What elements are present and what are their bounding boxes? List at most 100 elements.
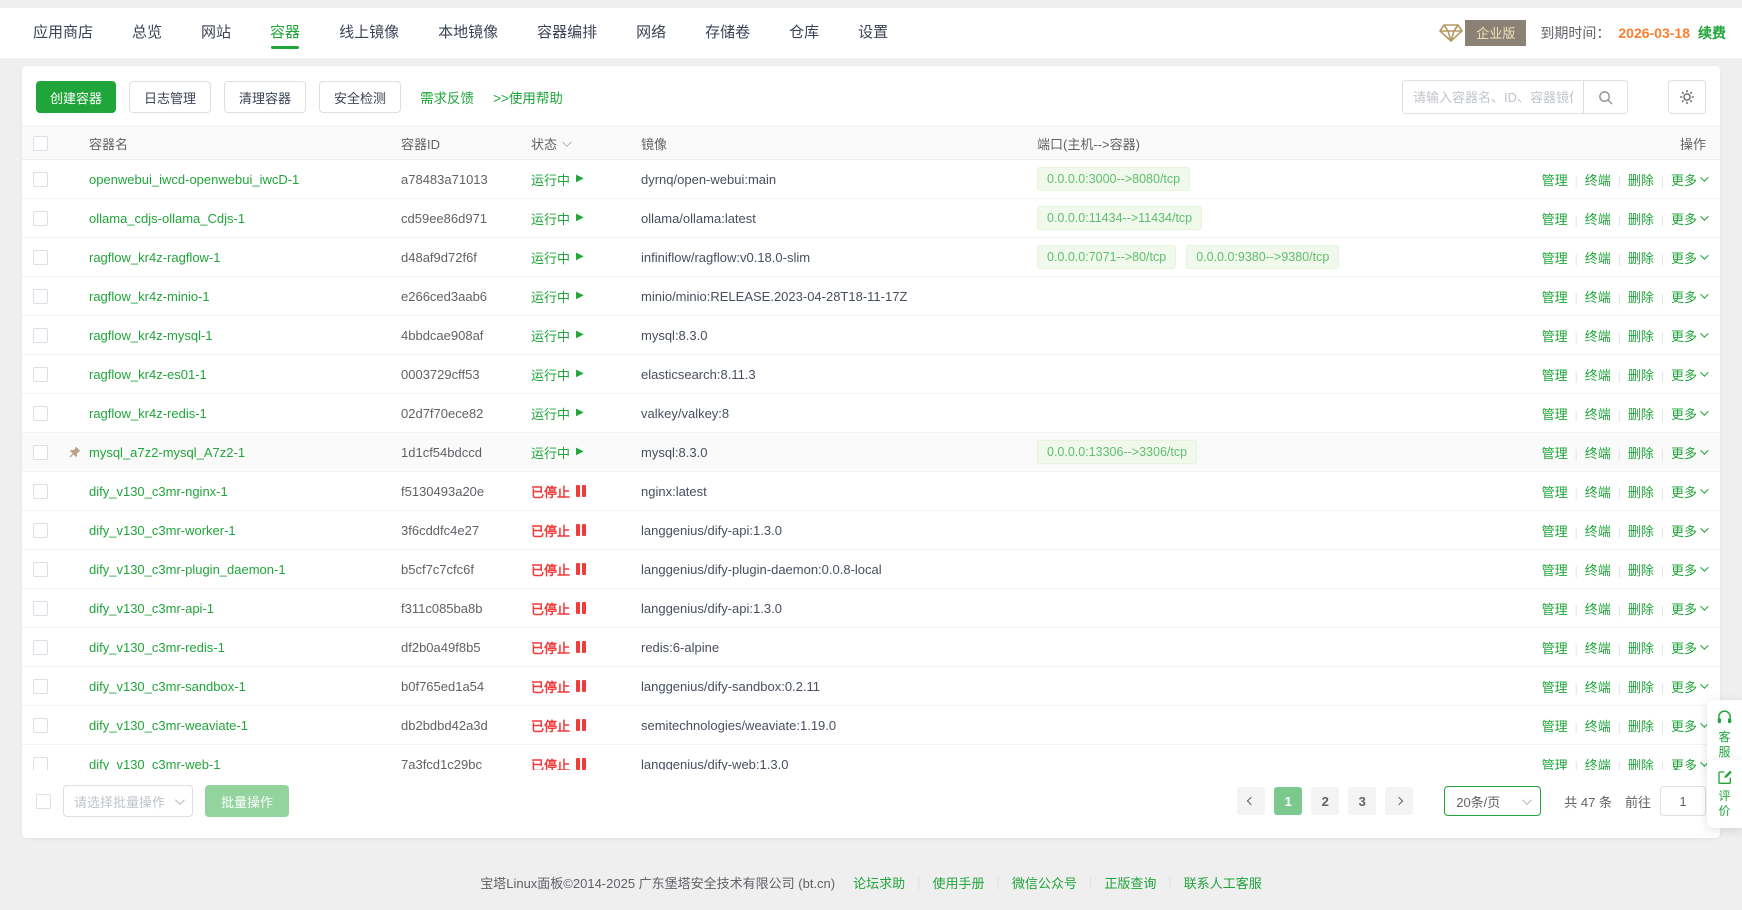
footer-link-0[interactable]: 论坛求助	[853, 873, 905, 892]
container-name-link[interactable]: dify_v130_c3mr-sandbox-1	[89, 679, 246, 694]
help-link[interactable]: >>使用帮助	[493, 87, 563, 107]
row-action-terminal[interactable]: 终端	[1585, 680, 1611, 695]
row-action-delete[interactable]: 删除	[1628, 719, 1654, 734]
nav-tab-仓库[interactable]: 仓库	[789, 8, 819, 58]
prev-page-button[interactable]	[1237, 787, 1265, 815]
status-badge[interactable]: 运行中▶	[531, 287, 584, 306]
container-name-link[interactable]: dify_v130_c3mr-plugin_daemon-1	[89, 562, 286, 577]
nav-tab-设置[interactable]: 设置	[858, 8, 888, 58]
row-action-manage[interactable]: 管理	[1542, 719, 1568, 734]
row-action-terminal[interactable]: 终端	[1585, 212, 1611, 227]
row-checkbox[interactable]	[33, 328, 48, 343]
table-settings-button[interactable]	[1668, 80, 1706, 114]
row-action-terminal[interactable]: 终端	[1585, 719, 1611, 734]
row-action-manage[interactable]: 管理	[1542, 680, 1568, 695]
row-action-more[interactable]: 更多	[1671, 755, 1706, 771]
row-action-manage[interactable]: 管理	[1542, 407, 1568, 422]
select-all-checkbox[interactable]	[33, 136, 48, 151]
row-action-terminal[interactable]: 终端	[1585, 563, 1611, 578]
header-status-filter[interactable]: 状态	[531, 134, 569, 153]
row-action-manage[interactable]: 管理	[1542, 173, 1568, 188]
status-badge[interactable]: 已停止	[531, 521, 586, 540]
row-checkbox[interactable]	[33, 367, 48, 382]
row-action-terminal[interactable]: 终端	[1585, 758, 1611, 771]
row-action-delete[interactable]: 删除	[1628, 680, 1654, 695]
status-badge[interactable]: 已停止	[531, 599, 586, 618]
row-action-more[interactable]: 更多	[1671, 170, 1706, 189]
container-name-link[interactable]: ragflow_kr4z-ragflow-1	[89, 250, 221, 265]
status-badge[interactable]: 已停止	[531, 716, 586, 735]
row-checkbox[interactable]	[33, 523, 48, 538]
nav-tab-网络[interactable]: 网络	[636, 8, 666, 58]
row-action-more[interactable]: 更多	[1671, 521, 1706, 540]
page-size-select[interactable]: 20条/页	[1444, 786, 1541, 816]
batch-select-all-checkbox[interactable]	[36, 794, 51, 809]
container-name-link[interactable]: ragflow_kr4z-es01-1	[89, 367, 207, 382]
row-action-terminal[interactable]: 终端	[1585, 524, 1611, 539]
status-badge[interactable]: 运行中▶	[531, 365, 584, 384]
footer-link-1[interactable]: 使用手册	[933, 873, 985, 892]
row-action-delete[interactable]: 删除	[1628, 329, 1654, 344]
footer-link-3[interactable]: 正版查询	[1104, 873, 1156, 892]
status-badge[interactable]: 已停止	[531, 560, 586, 579]
container-name-link[interactable]: dify_v130_c3mr-weaviate-1	[89, 718, 248, 733]
container-name-link[interactable]: dify_v130_c3mr-worker-1	[89, 523, 236, 538]
row-checkbox[interactable]	[33, 640, 48, 655]
row-action-more[interactable]: 更多	[1671, 599, 1706, 618]
row-action-delete[interactable]: 删除	[1628, 212, 1654, 227]
page-button-3[interactable]: 3	[1348, 787, 1376, 815]
search-button[interactable]	[1583, 81, 1627, 113]
status-badge[interactable]: 运行中▶	[531, 326, 584, 345]
status-badge[interactable]: 运行中▶	[531, 170, 584, 189]
row-action-delete[interactable]: 删除	[1628, 524, 1654, 539]
row-action-terminal[interactable]: 终端	[1585, 446, 1611, 461]
status-badge[interactable]: 运行中▶	[531, 443, 584, 462]
row-action-delete[interactable]: 删除	[1628, 290, 1654, 305]
row-action-manage[interactable]: 管理	[1542, 485, 1568, 500]
row-action-terminal[interactable]: 终端	[1585, 173, 1611, 188]
row-action-delete[interactable]: 删除	[1628, 173, 1654, 188]
footer-link-2[interactable]: 微信公众号	[1012, 873, 1077, 892]
row-action-more[interactable]: 更多	[1671, 287, 1706, 306]
feedback-link[interactable]: 需求反馈	[420, 87, 474, 107]
row-action-manage[interactable]: 管理	[1542, 212, 1568, 227]
status-badge[interactable]: 已停止	[531, 677, 586, 696]
nav-tab-总览[interactable]: 总览	[132, 8, 162, 58]
row-action-more[interactable]: 更多	[1671, 404, 1706, 423]
row-action-delete[interactable]: 删除	[1628, 485, 1654, 500]
row-checkbox[interactable]	[33, 718, 48, 733]
row-checkbox[interactable]	[33, 679, 48, 694]
status-badge[interactable]: 运行中▶	[531, 209, 584, 228]
security-check-button[interactable]: 安全检测	[319, 81, 401, 113]
search-input[interactable]	[1403, 81, 1583, 113]
page-button-1[interactable]: 1	[1274, 787, 1302, 815]
row-checkbox[interactable]	[33, 562, 48, 577]
batch-action-select[interactable]: 请选择批量操作	[63, 785, 193, 817]
row-action-more[interactable]: 更多	[1671, 248, 1706, 267]
row-action-manage[interactable]: 管理	[1542, 602, 1568, 617]
row-action-manage[interactable]: 管理	[1542, 446, 1568, 461]
row-checkbox[interactable]	[33, 289, 48, 304]
row-action-manage[interactable]: 管理	[1542, 329, 1568, 344]
row-action-manage[interactable]: 管理	[1542, 251, 1568, 266]
row-checkbox[interactable]	[33, 484, 48, 499]
nav-tab-容器编排[interactable]: 容器编排	[537, 8, 597, 58]
row-action-manage[interactable]: 管理	[1542, 524, 1568, 539]
container-name-link[interactable]: ollama_cdjs-ollama_Cdjs-1	[89, 211, 245, 226]
footer-link-4[interactable]: 联系人工客服	[1184, 873, 1262, 892]
row-action-delete[interactable]: 删除	[1628, 641, 1654, 656]
row-action-more[interactable]: 更多	[1671, 365, 1706, 384]
row-action-delete[interactable]: 删除	[1628, 368, 1654, 383]
row-action-delete[interactable]: 删除	[1628, 446, 1654, 461]
status-badge[interactable]: 运行中▶	[531, 404, 584, 423]
row-action-delete[interactable]: 删除	[1628, 407, 1654, 422]
nav-tab-应用商店[interactable]: 应用商店	[33, 8, 93, 58]
batch-apply-button[interactable]: 批量操作	[205, 785, 289, 817]
nav-tab-存储卷[interactable]: 存储卷	[705, 8, 750, 58]
row-action-terminal[interactable]: 终端	[1585, 485, 1611, 500]
row-action-more[interactable]: 更多	[1671, 326, 1706, 345]
row-action-more[interactable]: 更多	[1671, 716, 1706, 735]
row-action-terminal[interactable]: 终端	[1585, 368, 1611, 383]
container-name-link[interactable]: dify_v130_c3mr-web-1	[89, 757, 221, 771]
container-name-link[interactable]: openwebui_iwcd-openwebui_iwcD-1	[89, 172, 299, 187]
